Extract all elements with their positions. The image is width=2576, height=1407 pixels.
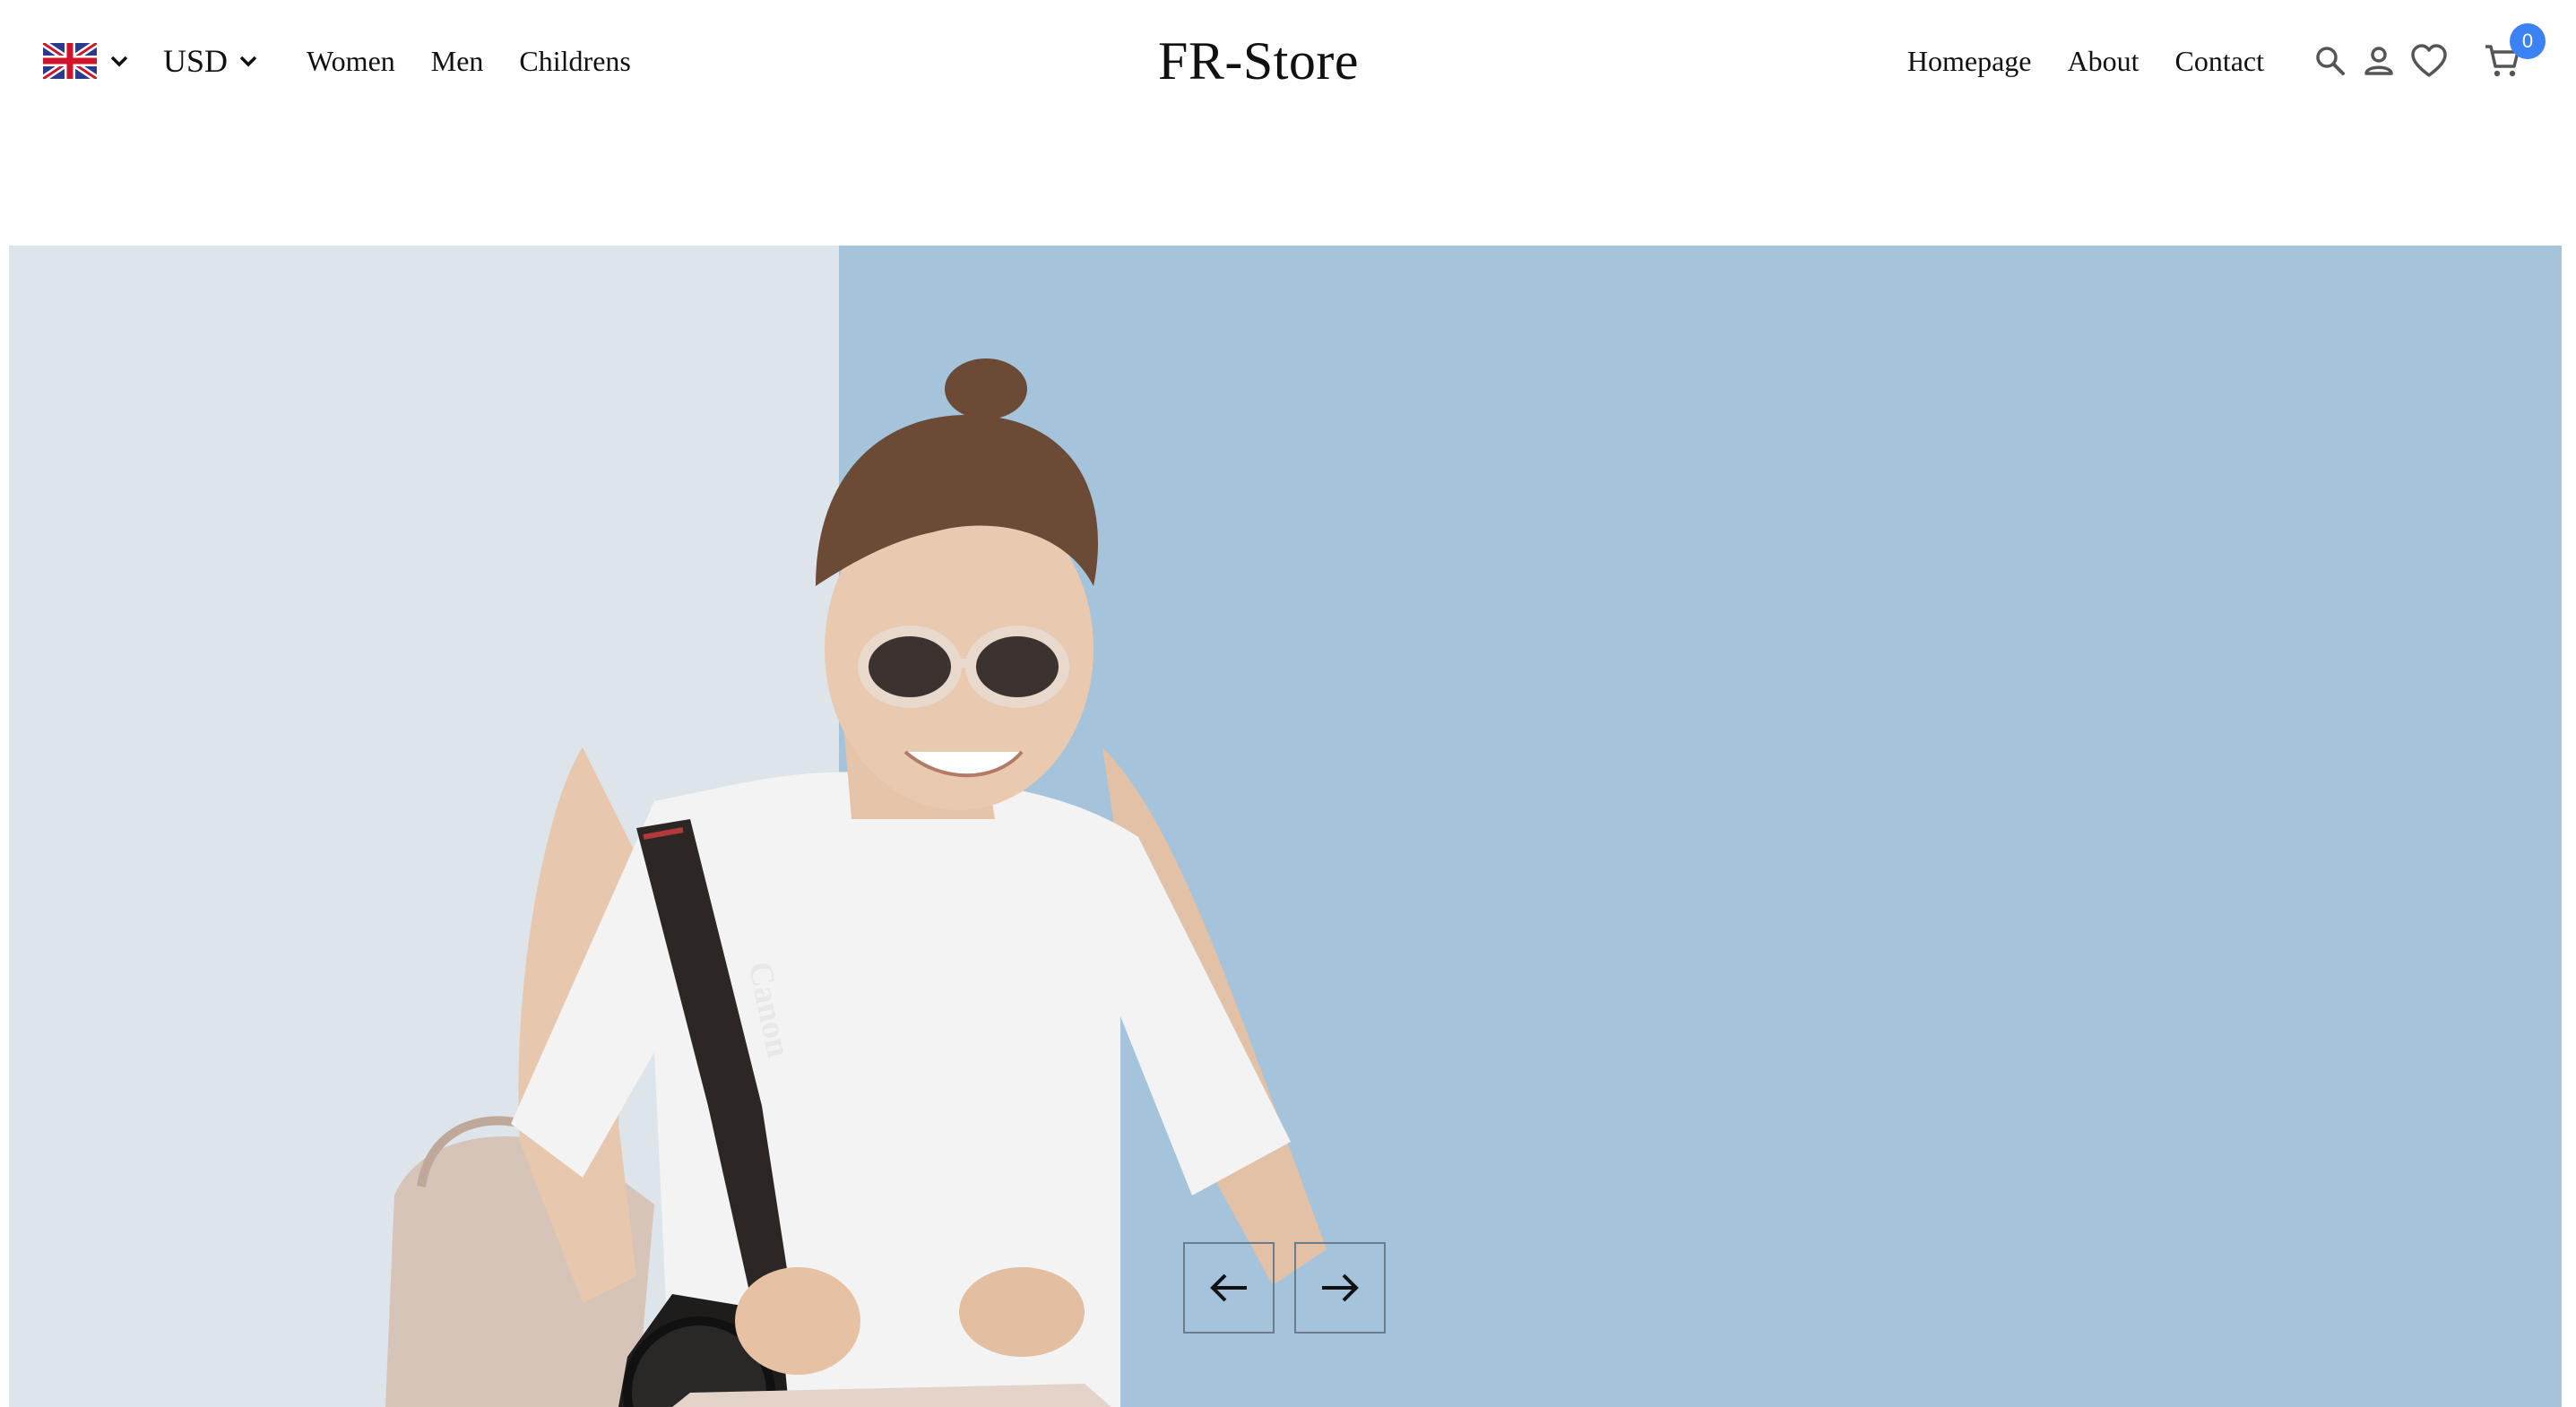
header-left-group: USD Women Men Childrens xyxy=(43,34,631,88)
language-selector[interactable] xyxy=(43,43,133,79)
chevron-down-icon xyxy=(110,56,128,67)
chevron-down-icon xyxy=(239,56,257,67)
currency-selector[interactable]: USD xyxy=(163,42,262,80)
user-icon[interactable] xyxy=(2361,43,2397,79)
top-navigation-bar: USD Women Men Childrens FR-Store Homepag… xyxy=(0,0,2576,125)
currency-value: USD xyxy=(163,43,229,79)
nav-link-homepage[interactable]: Homepage xyxy=(1907,45,2032,78)
arrow-right-icon xyxy=(1322,1273,1359,1302)
nav-link-childrens[interactable]: Childrens xyxy=(519,45,630,78)
header-right-group: Homepage About Contact 0 xyxy=(1907,23,2546,88)
hero-banner: Canon xyxy=(9,246,2562,1407)
nav-link-contact[interactable]: Contact xyxy=(2174,45,2264,78)
arrow-left-icon xyxy=(1210,1273,1247,1302)
carousel-next-button[interactable] xyxy=(1294,1242,1386,1334)
page-nav: Homepage About Contact xyxy=(1907,45,2264,78)
nav-link-men[interactable]: Men xyxy=(431,45,484,78)
heart-icon[interactable] xyxy=(2409,43,2449,79)
woman-with-camera-photo: Canon xyxy=(9,246,2562,1407)
category-nav: Women Men Childrens xyxy=(307,45,631,78)
nav-link-about[interactable]: About xyxy=(2067,45,2139,78)
cart-button[interactable]: 0 xyxy=(2483,23,2546,81)
store-logo[interactable]: FR-Store xyxy=(1158,25,1359,97)
search-icon[interactable] xyxy=(2312,43,2348,79)
cart-count-badge: 0 xyxy=(2510,23,2546,59)
nav-link-women[interactable]: Women xyxy=(307,45,395,78)
carousel-prev-button[interactable] xyxy=(1183,1242,1275,1334)
header-icons: 0 xyxy=(2312,23,2546,81)
uk-flag-icon xyxy=(43,43,97,79)
